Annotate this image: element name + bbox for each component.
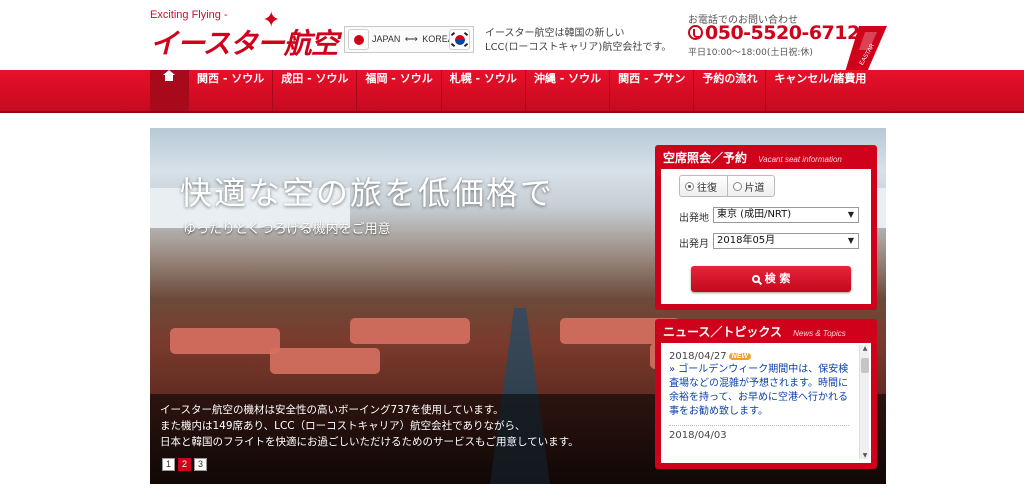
star-icon: ✦	[262, 8, 281, 33]
scroll-down-icon[interactable]: ▼	[860, 452, 870, 459]
caption-line: イースター航空の機材は安全性の高いボーイング737を使用しています。	[160, 404, 504, 416]
dropdown-arrow-icon: ▼	[847, 236, 854, 245]
month-value: 2018年05月	[717, 235, 776, 246]
route-arrow-icon: ⟷	[404, 34, 418, 44]
nav-item-kansai-seoul[interactable]: 関西 - ソウル	[188, 70, 272, 111]
nav-item-kansai-busan[interactable]: 関西 - プサン	[609, 70, 693, 111]
news-panel-title: ニュース／トピックス	[663, 325, 783, 339]
plane-tail-icon: EASTAR	[845, 26, 887, 72]
caption-line: また機内は149席あり、LCC（ローコストキャリア）航空会社でありながら、	[160, 420, 526, 432]
new-badge: NEW	[728, 353, 751, 360]
nav-item-sapporo-seoul[interactable]: 札幌 - ソウル	[440, 70, 525, 111]
nav-item-cancel-fees[interactable]: キャンセル/諸費用	[765, 70, 874, 111]
news-panel-header: ニュース／トピックス News & Topics	[655, 319, 877, 343]
nav-home[interactable]	[150, 70, 188, 111]
departure-value: 東京 (成田/NRT)	[717, 209, 792, 220]
search-button-label: 検 索	[764, 272, 791, 285]
trip-type-toggle: 往復 片道	[679, 175, 775, 197]
radio-unchecked-icon	[732, 181, 742, 191]
intro-text: イースター航空は韓国の新しい LCC(ローコストキャリア)航空会社です。	[485, 27, 671, 55]
search-panel-body: 往復 片道 出発地 東京 (成田/NRT) ▼ 出発月 2018年05月 ▼ 検…	[661, 169, 871, 304]
phone-number[interactable]: 050-5520-6712	[688, 22, 860, 44]
news-scrollbar[interactable]: ▲ ▼	[859, 345, 869, 459]
news-item-link[interactable]: » ゴールデンウィーク期間中は、保安検査場などの混雑が予想されます。時間に余裕を…	[669, 363, 849, 419]
search-panel-subtitle: Vacant seat information	[758, 155, 842, 164]
search-button[interactable]: 検 索	[691, 266, 851, 292]
intro-line: イースター航空は韓国の新しい	[485, 28, 625, 39]
departure-label: 出発地	[679, 213, 709, 224]
month-label: 出発月	[679, 239, 709, 250]
month-select[interactable]: 2018年05月 ▼	[713, 233, 859, 249]
pager-dot-3[interactable]: 3	[194, 458, 207, 471]
nav-item-booking-flow[interactable]: 予約の流れ	[693, 70, 765, 111]
trip-round-label: 往復	[697, 182, 717, 194]
pager-dot-2[interactable]: 2	[178, 458, 191, 471]
nav-item-narita-seoul[interactable]: 成田 - ソウル	[272, 70, 356, 111]
news-list: 2018/04/27 NEW » ゴールデンウィーク期間中は、保安検査場などの混雑…	[669, 349, 849, 441]
trip-oneway-label: 片道	[744, 182, 765, 194]
main-nav: 関西 - ソウル 成田 - ソウル 福岡 - ソウル 札幌 - ソウル 沖縄 -…	[0, 70, 1024, 113]
news-date: 2018/04/27 NEW	[669, 351, 849, 362]
trip-round-radio[interactable]: 往復	[680, 176, 727, 196]
japan-flag-icon	[348, 29, 369, 50]
seat-row	[350, 318, 470, 344]
logo-tagline: Exciting Flying -	[150, 9, 228, 21]
route-from: JAPAN	[372, 34, 401, 44]
scroll-up-icon[interactable]: ▲	[860, 345, 870, 352]
slider-pager: 1 2 3	[162, 458, 207, 471]
news-panel-subtitle: News & Topics	[793, 329, 846, 338]
nav-item-okinawa-seoul[interactable]: 沖縄 - ソウル	[524, 70, 609, 111]
news-date-text: 2018/04/27	[669, 351, 727, 362]
phone-number-text: 050-5520-6712	[705, 22, 860, 44]
departure-select[interactable]: 東京 (成田/NRT) ▼	[713, 207, 859, 223]
seat-row	[270, 348, 380, 374]
route-label: JAPAN ⟷ KOREA	[372, 34, 454, 45]
nav-item-fukuoka-seoul[interactable]: 福岡 - ソウル	[356, 70, 440, 111]
search-icon	[751, 275, 760, 283]
news-divider	[669, 425, 849, 426]
dropdown-arrow-icon: ▼	[847, 210, 854, 219]
caption-line: 日本と韓国のフライトを快適にお過ごしいただけるためのサービスもご用意しています。	[160, 436, 579, 448]
scroll-thumb[interactable]	[861, 358, 869, 373]
seat-search-panel: 空席照会／予約 Vacant seat information 往復 片道 出発…	[655, 145, 877, 310]
site-header: Exciting Flying - イースター航空 ✦ JAPAN ⟷ KORE…	[0, 0, 1024, 72]
route-badge: JAPAN ⟷ KOREA	[344, 26, 474, 53]
radio-checked-icon	[685, 181, 694, 191]
phone-icon	[688, 25, 703, 40]
intro-line: LCC(ローコストキャリア)航空会社です。	[485, 42, 672, 53]
search-panel-header: 空席照会／予約 Vacant seat information	[655, 145, 877, 169]
pager-dot-1[interactable]: 1	[162, 458, 175, 471]
site-logo[interactable]: イースター航空	[150, 22, 339, 62]
search-panel-title: 空席照会／予約	[663, 151, 748, 165]
seat-row	[170, 328, 280, 354]
korea-flag-icon	[449, 29, 470, 50]
news-panel: ニュース／トピックス News & Topics 2018/04/27 NEW »…	[655, 319, 877, 469]
home-icon	[163, 70, 175, 81]
trip-oneway-radio[interactable]: 片道	[726, 176, 775, 196]
hero-subtitle: ゆったりとくつろげる機内をご用意	[183, 222, 391, 237]
hero-title: 快適な空の旅を低価格で	[180, 174, 555, 212]
news-date: 2018/04/03	[669, 430, 727, 441]
news-panel-body: 2018/04/27 NEW » ゴールデンウィーク期間中は、保安検査場などの混雑…	[661, 343, 871, 463]
phone-hours: 平日10:00～18:00(土日祝:休)	[688, 48, 813, 58]
